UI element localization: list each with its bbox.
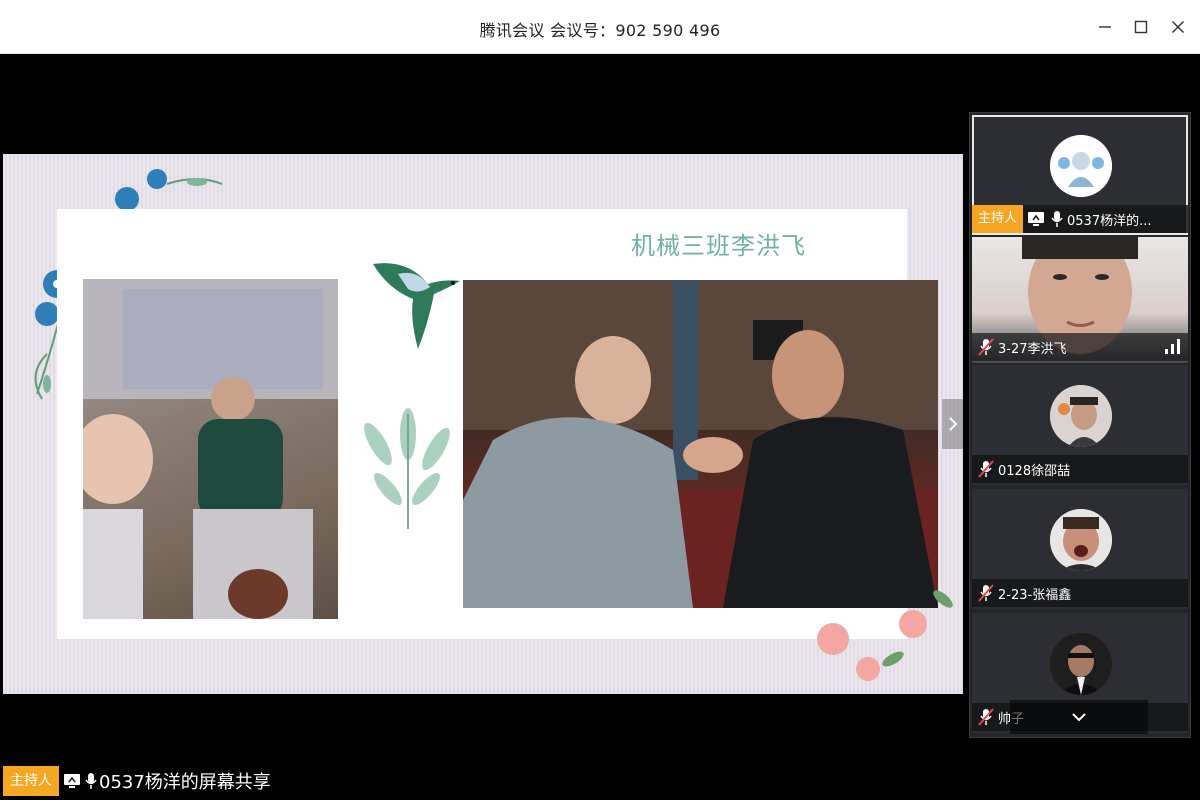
microphone-muted-icon (978, 584, 994, 602)
maximize-button[interactable] (1128, 14, 1154, 40)
minimize-icon (1099, 26, 1111, 28)
share-label: 0537杨洋的屏幕共享 (99, 772, 271, 793)
participant-name-bar: 2-23-张福鑫 (972, 579, 1188, 607)
avatar (1050, 385, 1112, 447)
slide-title: 机械三班李洪飞 (631, 232, 806, 260)
microphone-muted-icon (978, 708, 994, 726)
participant-name-bar: 0128徐邵喆 (972, 455, 1188, 483)
microphone-muted-icon (978, 338, 994, 356)
shared-screen-area: 机械三班李洪飞 (3, 54, 969, 766)
microphone-icon (85, 772, 97, 790)
flower-decoration-bottom (817, 590, 953, 681)
slide-next-button[interactable] (942, 399, 963, 449)
participant-tile[interactable]: 主持人 0537杨洋的... (972, 115, 1188, 235)
chevron-right-icon (948, 417, 957, 431)
microphone-muted-icon (978, 460, 994, 478)
presentation-slide: 机械三班李洪飞 (3, 154, 963, 694)
participant-tile[interactable]: 0128徐邵喆 (972, 365, 1188, 485)
participant-tile[interactable]: 3-27李洪飞 (972, 237, 1188, 363)
host-badge: 主持人 (3, 766, 59, 796)
avatar (1050, 509, 1112, 571)
avatar (1050, 633, 1112, 695)
hummingbird-decoration (373, 263, 460, 349)
microphone-icon (1051, 210, 1063, 228)
close-icon (1172, 21, 1184, 33)
participant-name: 0128徐邵喆 (998, 463, 1071, 479)
minimize-button[interactable] (1092, 14, 1118, 40)
host-badge: 主持人 (972, 205, 1024, 233)
window-title: 腾讯会议 会议号：902 590 496 (479, 21, 721, 40)
screen-share-icon (1027, 211, 1045, 227)
participant-name-bar: 3-27李洪飞 (972, 333, 1188, 361)
participant-name: 2-23-张福鑫 (998, 587, 1072, 603)
participant-name: 0537杨洋的... (1067, 213, 1152, 229)
maximize-icon (1134, 20, 1148, 34)
expand-participants-button[interactable] (1010, 700, 1148, 734)
participant-tile[interactable]: 2-23-张福鑫 (972, 489, 1188, 609)
close-button[interactable] (1165, 14, 1191, 40)
title-bar: 腾讯会议 会议号：902 590 496 (0, 0, 1200, 54)
avatar (1050, 135, 1112, 197)
leaf-decoration (364, 408, 450, 529)
participant-panel[interactable]: 主持人 0537杨洋的... 3-27李洪飞 0128徐邵喆 2-23-张福鑫 (969, 112, 1191, 738)
signal-strength-icon (1164, 337, 1182, 355)
screen-share-icon (63, 773, 81, 789)
participant-name: 3-27李洪飞 (998, 341, 1067, 357)
participant-name-bar: 主持人 0537杨洋的... (972, 205, 1188, 233)
share-info-bar: 主持人 0537杨洋的屏幕共享 (3, 766, 271, 796)
chevron-down-icon (1072, 713, 1086, 722)
slide-photo-left (83, 279, 338, 619)
